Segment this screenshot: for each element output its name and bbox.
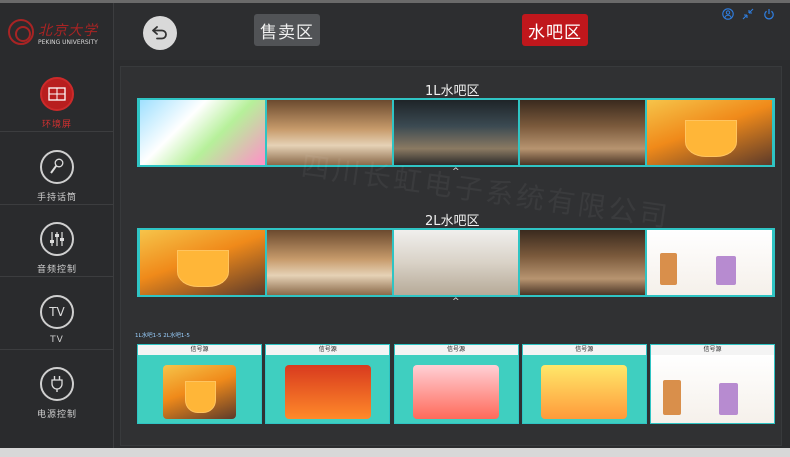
sidebar-item-audio[interactable]: 音频控制 [0, 205, 114, 277]
back-button[interactable] [143, 16, 177, 50]
zone2-screen-4[interactable] [520, 230, 646, 295]
signal-source-card[interactable]: 信号源 [393, 344, 519, 424]
logo-chinese-text: 北京大学 [38, 23, 98, 39]
bar-zone-button[interactable]: 水吧区 [522, 14, 588, 46]
sidebar-item-label: TV [50, 335, 64, 345]
signal-source-caption: 信号源 [651, 345, 774, 355]
zone1-collapse-caret[interactable]: ^ [452, 167, 460, 177]
logo-english-text: PEKING UNIVERSITY [38, 39, 98, 46]
zone1-title: 1L水吧区 [425, 84, 480, 99]
tv-icon-text: TV [49, 305, 65, 319]
source-hint: 1L水吧1-5 2L水吧1-5 [135, 333, 190, 339]
zone1-screen-1[interactable] [140, 100, 265, 165]
logo: 北京大学 PEKING UNIVERSITY [0, 3, 114, 60]
signal-source-row: 信号源 信号源 信号源 信号源 信号源 [137, 344, 775, 424]
sidebar-item-power[interactable]: 电源控制 [0, 350, 114, 422]
signal-source-caption: 信号源 [266, 345, 390, 355]
zone1-screen-5[interactable] [647, 100, 772, 165]
signal-source-caption: 信号源 [522, 345, 646, 355]
signal-source-card[interactable]: 信号源 [521, 344, 647, 424]
tv-icon: TV [40, 295, 74, 329]
source-thumbnail [541, 364, 628, 420]
zone1-screen-4[interactable] [520, 100, 646, 165]
back-arrow-icon [152, 26, 167, 40]
audio-sliders-icon [40, 222, 74, 256]
source-thumbnail [651, 355, 774, 423]
bottom-edge [0, 448, 790, 457]
screen-icon [40, 77, 74, 111]
source-thumbnail [284, 364, 371, 420]
power-icon[interactable] [763, 8, 775, 20]
source-thumbnail [162, 364, 237, 420]
sale-zone-button[interactable]: 售卖区 [254, 14, 320, 46]
zone2-screen-1[interactable] [140, 230, 265, 295]
signal-source-card[interactable]: 信号源 [265, 344, 391, 424]
signal-source-caption: 信号源 [138, 345, 261, 355]
shrink-icon[interactable] [742, 8, 754, 20]
signal-source-caption: 信号源 [394, 345, 518, 355]
source-thumbnail [412, 364, 500, 420]
sidebar-item-label: 环境屏 [41, 120, 72, 130]
zone2-screen-5[interactable] [647, 230, 772, 295]
zone1-screen-2[interactable] [266, 100, 392, 165]
university-seal-icon [8, 19, 34, 45]
sidebar-item-microphone[interactable]: 手持话筒 [0, 133, 114, 205]
zone2-collapse-caret[interactable]: ^ [452, 297, 460, 307]
user-icon[interactable] [722, 8, 734, 20]
zone2-title: 2L水吧区 [425, 214, 480, 229]
zone2-screen-2[interactable] [266, 230, 392, 295]
sidebar-item-label: 电源控制 [36, 410, 77, 420]
zone1-screen-strip [137, 98, 775, 167]
zone2-screen-3[interactable] [393, 230, 519, 295]
sidebar-item-label: 手持话筒 [36, 193, 77, 203]
microphone-icon [40, 150, 74, 184]
zone1-screen-3[interactable] [393, 100, 519, 165]
sidebar-item-screen[interactable]: 环境屏 [0, 60, 114, 132]
sidebar-item-label: 音频控制 [36, 265, 77, 275]
sidebar-item-tv[interactable]: TV TV [0, 278, 114, 350]
signal-source-card[interactable]: 信号源 [137, 344, 262, 424]
plug-icon [40, 367, 74, 401]
signal-source-card[interactable]: 信号源 [650, 344, 775, 424]
header-bar [0, 3, 790, 60]
zone2-screen-strip [137, 228, 775, 297]
